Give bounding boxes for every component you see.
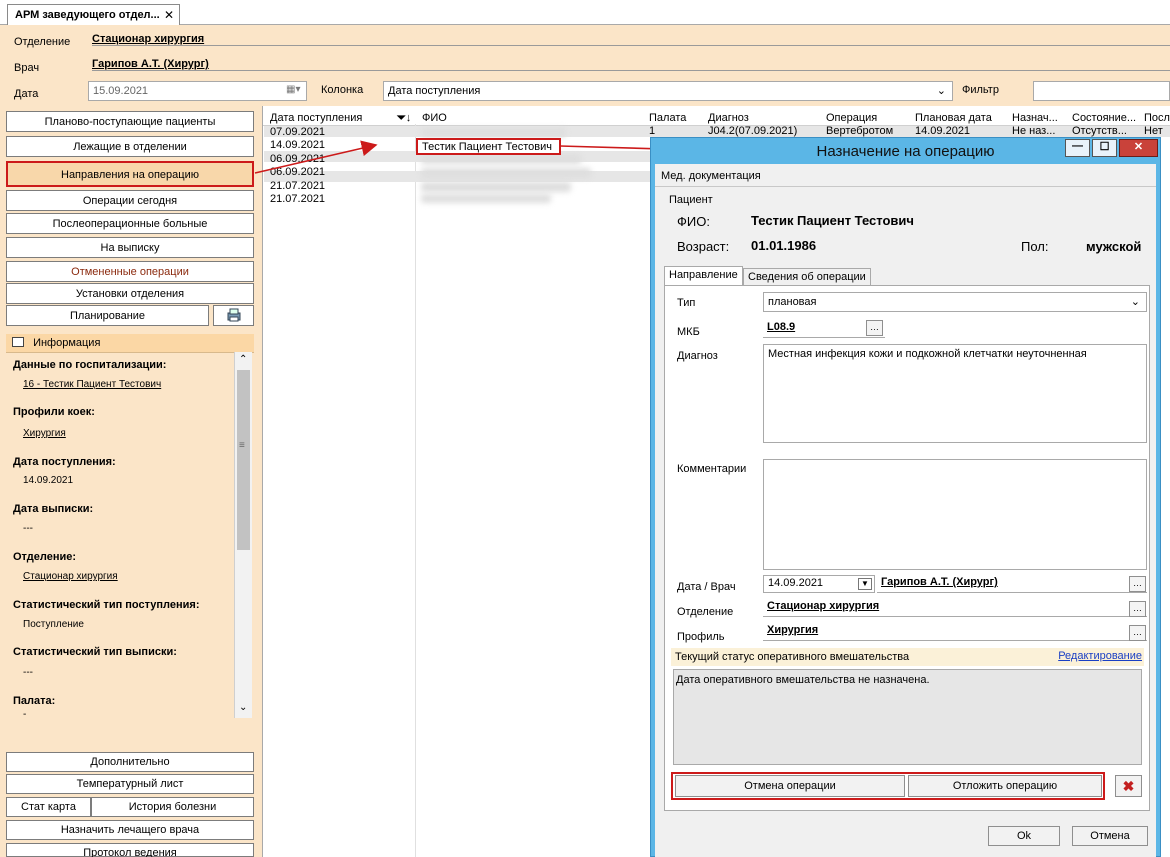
patient-group-title: Пациент bbox=[669, 194, 713, 206]
delete-icon[interactable]: ✖ bbox=[1115, 775, 1142, 797]
cancel-operation-button[interactable]: Отмена операции bbox=[675, 775, 905, 797]
datedoc-label: Дата / Врач bbox=[677, 581, 736, 593]
mkb-value: L08.9 bbox=[767, 321, 796, 333]
postpone-operation-button[interactable]: Отложить операцию bbox=[908, 775, 1102, 797]
tab-operation-info[interactable]: Сведения об операции bbox=[743, 268, 871, 286]
op-dept-value: Стационар хирургия bbox=[767, 600, 880, 612]
maximize-icon[interactable]: ☐ bbox=[1092, 139, 1117, 157]
profile-ellipsis-button[interactable]: … bbox=[1129, 625, 1146, 641]
cancel-button[interactable]: Отмена bbox=[1072, 826, 1148, 846]
op-dept-field[interactable]: Стационар хирургия bbox=[763, 599, 1147, 617]
profile-label: Профиль bbox=[677, 631, 725, 643]
fio-label: ФИО: bbox=[677, 214, 710, 229]
comment-textarea[interactable] bbox=[763, 459, 1147, 570]
arrow-nav-to-row bbox=[254, 140, 378, 174]
status-title: Текущий статус оперативного вмешательств… bbox=[675, 651, 910, 663]
ok-button[interactable]: Ok bbox=[988, 826, 1060, 846]
chevron-down-icon: ⌄ bbox=[1130, 296, 1140, 308]
mkb-ellipsis-button[interactable]: … bbox=[866, 320, 883, 336]
surgery-date-field[interactable]: 14.09.2021 ▼ bbox=[763, 575, 875, 593]
surgeon-ellipsis-button[interactable]: … bbox=[1129, 576, 1146, 592]
mkb-label: МКБ bbox=[677, 326, 700, 338]
surgery-assignment-dialog: Назначение на операцию — ☐ ✕ Мед. докуме… bbox=[650, 137, 1161, 857]
type-select[interactable]: плановая ⌄ bbox=[763, 292, 1147, 312]
surgeon-value: Гарипов А.Т. (Хирург) bbox=[881, 576, 998, 588]
sex-value: мужской bbox=[1086, 239, 1142, 254]
dept-ellipsis-button[interactable]: … bbox=[1129, 601, 1146, 617]
fio-value: Тестик Пациент Тестович bbox=[751, 213, 914, 228]
surgery-date-value: 14.09.2021 bbox=[768, 577, 824, 589]
comment-label: Комментарии bbox=[677, 463, 747, 475]
status-text: Дата оперативного вмешательства не назна… bbox=[673, 669, 1142, 765]
age-value: 01.01.1986 bbox=[751, 238, 817, 253]
tab-direction[interactable]: Направление bbox=[664, 266, 743, 286]
type-label: Тип bbox=[677, 297, 696, 309]
surgeon-field[interactable]: Гарипов А.Т. (Хирург) bbox=[877, 575, 1147, 593]
status-header: Текущий статус оперативного вмешательств… bbox=[671, 648, 1144, 666]
minimize-icon[interactable]: — bbox=[1065, 139, 1090, 157]
type-value: плановая bbox=[768, 296, 817, 308]
age-label: Возраст: bbox=[677, 239, 730, 254]
dialog-body: Мед. документация Пациент ФИО: Тестик Па… bbox=[655, 164, 1156, 857]
divider bbox=[655, 186, 1156, 187]
section-title: Мед. документация bbox=[661, 170, 761, 182]
profile-value: Хирургия bbox=[767, 624, 819, 636]
diagnosis-textarea[interactable]: Местная инфекция кожи и подкожной клетча… bbox=[763, 344, 1147, 443]
close-icon[interactable]: ✕ bbox=[1119, 139, 1158, 157]
op-dept-label: Отделение bbox=[677, 606, 734, 618]
diagnosis-label: Диагноз bbox=[677, 350, 718, 362]
sex-label: Пол: bbox=[1021, 239, 1049, 254]
chevron-down-icon[interactable]: ▼ bbox=[858, 578, 872, 590]
profile-field[interactable]: Хирургия bbox=[763, 623, 1147, 641]
edit-status-link[interactable]: Редактирование bbox=[1058, 650, 1142, 662]
